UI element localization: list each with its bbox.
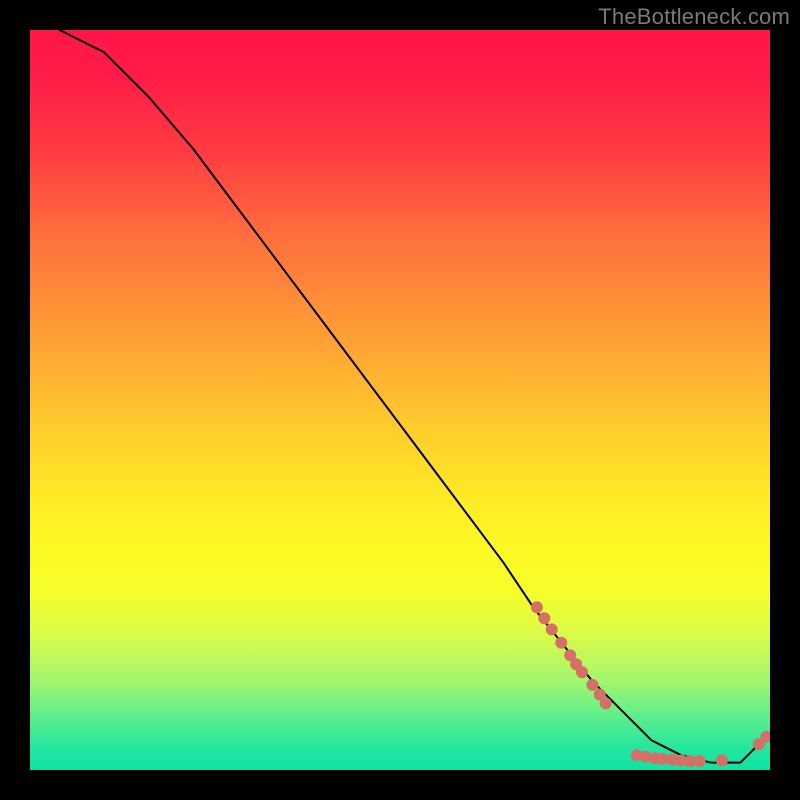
data-point xyxy=(555,637,567,649)
dotted-segments xyxy=(531,601,770,767)
data-point xyxy=(600,697,612,709)
data-point xyxy=(576,666,588,678)
data-point xyxy=(538,612,550,624)
data-point xyxy=(716,754,728,766)
chart-frame: TheBottleneck.com xyxy=(0,0,800,800)
plot-area xyxy=(30,30,770,770)
data-point xyxy=(586,679,598,691)
watermark-text: TheBottleneck.com xyxy=(598,4,790,30)
data-point xyxy=(531,601,543,613)
data-point xyxy=(694,755,706,767)
data-point xyxy=(546,623,558,635)
curve-line xyxy=(60,30,770,763)
chart-svg xyxy=(30,30,770,770)
